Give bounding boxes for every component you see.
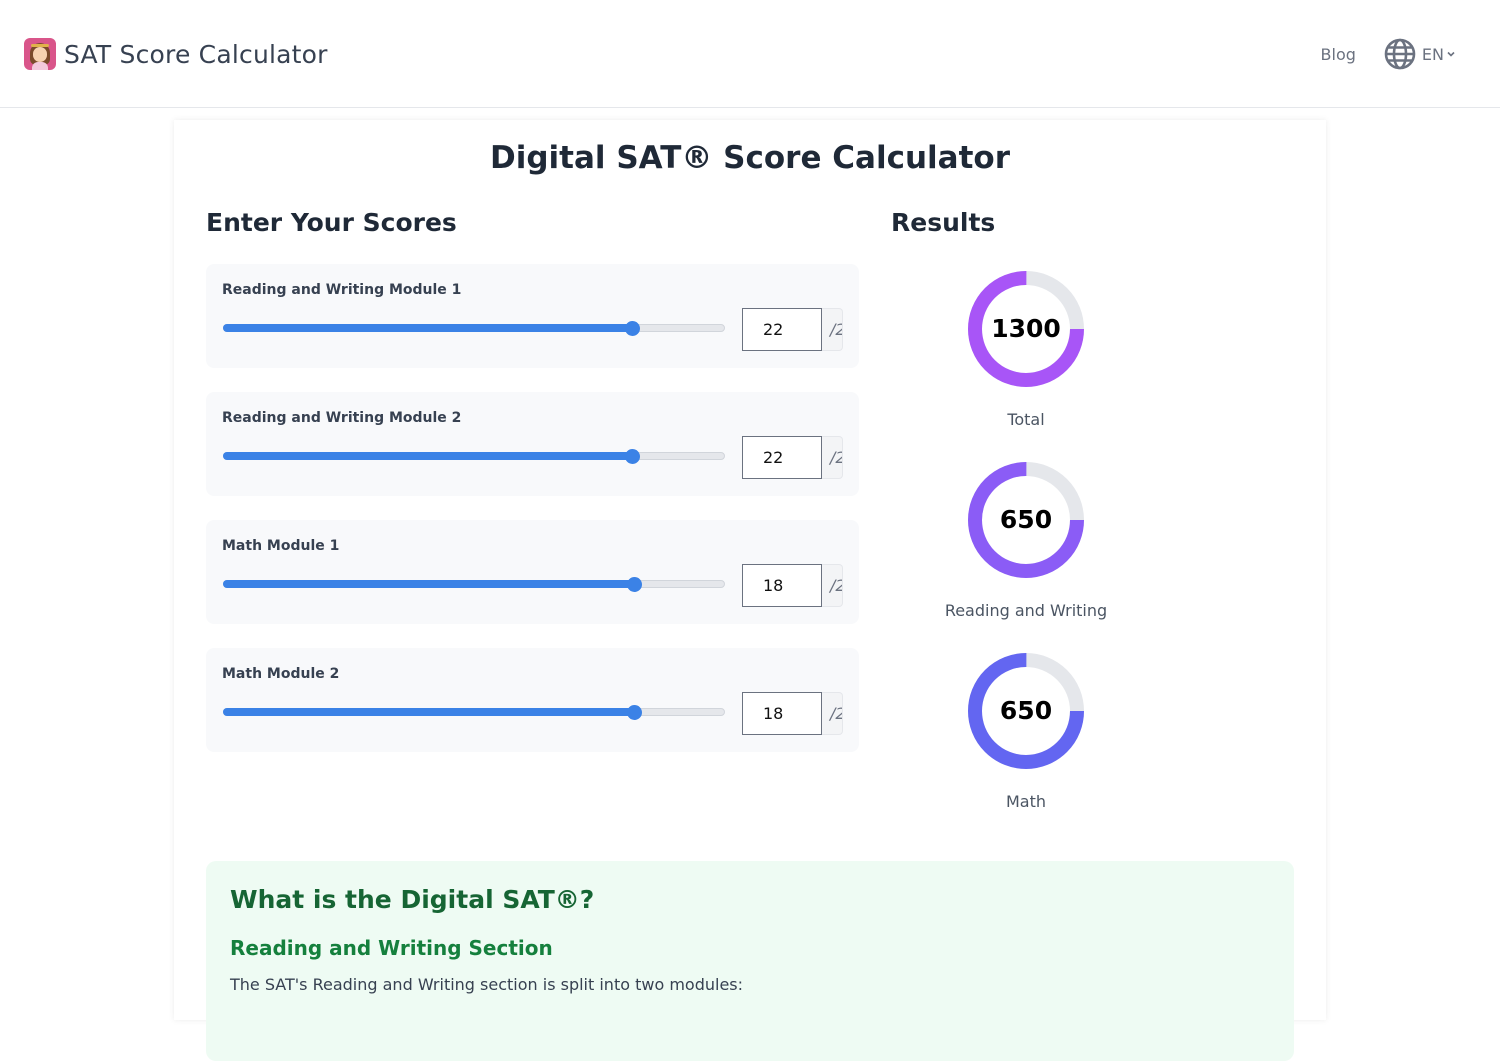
calculator-card: Digital SAT® Score Calculator Enter Your… <box>174 120 1326 1061</box>
result-item: 1300 Total <box>926 270 1126 429</box>
score-input-group: /22 <box>742 692 843 735</box>
logo-icon <box>24 38 56 70</box>
info-heading: What is the Digital SAT®? <box>230 885 595 914</box>
max-score-addon: /27 <box>822 436 843 479</box>
score-slider[interactable] <box>223 449 725 464</box>
brand-title: SAT Score Calculator <box>64 39 328 69</box>
globe-icon <box>1384 38 1416 70</box>
module-label: Reading and Writing Module 2 <box>222 410 462 426</box>
slider-thumb[interactable] <box>626 577 642 592</box>
score-input-group: /22 <box>742 564 843 607</box>
slider-fill <box>223 580 634 588</box>
score-module: Reading and Writing Module 2/27 <box>206 392 859 496</box>
score-ring: 1300 <box>967 270 1085 388</box>
score-module: Math Module 1/22 <box>206 520 859 624</box>
language-selector[interactable]: EN <box>1384 38 1456 70</box>
result-label: Total <box>1007 410 1045 429</box>
result-label: Math <box>1005 792 1047 811</box>
module-label: Math Module 2 <box>222 666 340 682</box>
score-slider[interactable] <box>223 321 725 336</box>
score-input[interactable] <box>742 692 822 735</box>
score-value: 650 <box>999 696 1053 725</box>
chevron-down-icon <box>1447 51 1455 57</box>
score-input[interactable] <box>742 308 822 351</box>
slider-thumb[interactable] <box>626 705 642 720</box>
slider-thumb[interactable] <box>625 449 641 464</box>
score-input[interactable] <box>742 436 822 479</box>
score-input[interactable] <box>742 564 822 607</box>
module-label: Math Module 1 <box>222 538 340 554</box>
page-title: Digital SAT® Score Calculator <box>490 140 1010 176</box>
blog-link[interactable]: Blog <box>1321 45 1356 64</box>
max-score-addon: /22 <box>822 692 843 735</box>
module-label: Reading and Writing Module 1 <box>222 282 462 298</box>
result-item: 650 Reading and Writing <box>926 461 1126 620</box>
slider-thumb[interactable] <box>625 321 641 336</box>
result-label: Reading and Writing <box>944 601 1108 620</box>
score-module: Math Module 2/22 <box>206 648 859 752</box>
score-slider[interactable] <box>223 577 725 592</box>
score-slider[interactable] <box>223 705 725 720</box>
slider-fill <box>223 708 634 716</box>
slider-fill <box>223 452 633 460</box>
info-subheading: Reading and Writing Section <box>230 936 553 960</box>
results-heading: Results <box>891 208 996 237</box>
slider-fill <box>223 324 633 332</box>
top-nav: Blog EN <box>1321 38 1456 70</box>
max-score-addon: /27 <box>822 308 843 351</box>
info-paragraph: The SAT's Reading and Writing section is… <box>230 975 744 994</box>
inputs-heading: Enter Your Scores <box>206 208 457 237</box>
brand[interactable]: SAT Score Calculator <box>24 38 328 70</box>
score-value: 650 <box>999 505 1053 534</box>
score-module: Reading and Writing Module 1/27 <box>206 264 859 368</box>
score-ring: 650 <box>967 461 1085 579</box>
score-ring: 650 <box>967 652 1085 770</box>
site-header: SAT Score Calculator Blog EN <box>0 0 1500 108</box>
info-panel: What is the Digital SAT®? Reading and Wr… <box>206 861 1294 1061</box>
max-score-addon: /22 <box>822 564 843 607</box>
score-value: 1300 <box>991 314 1061 343</box>
language-code: EN <box>1421 44 1444 64</box>
result-item: 650 Math <box>926 652 1126 811</box>
score-input-group: /27 <box>742 436 843 479</box>
score-input-group: /27 <box>742 308 843 351</box>
